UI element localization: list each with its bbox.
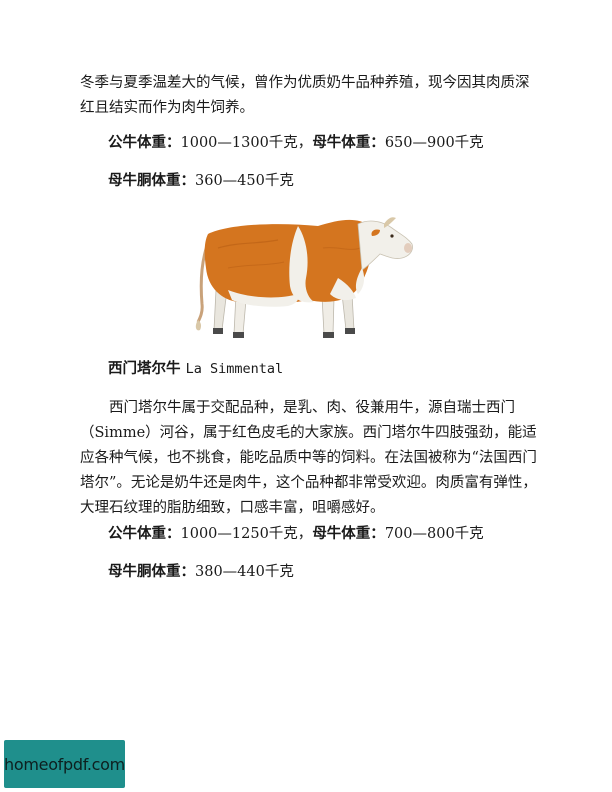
- document-page: 冬季与夏季温差大的气候，曾作为优质奶牛品种养殖，现今因其肉质深红且结实而作为肉牛…: [0, 0, 612, 792]
- carcass-line-2: 母牛胴体重：380—440千克: [108, 561, 294, 583]
- cow-carcass-label: 母牛胴体重：: [108, 563, 195, 580]
- cow-carcass-value: 360—450千克: [195, 173, 294, 189]
- cow-weight-label: 母牛体重：: [312, 134, 385, 151]
- watermark-text: homeofpdf.com: [4, 754, 125, 774]
- weight-line-1: 公牛体重：1000—1300千克，母牛体重：650—900千克: [108, 132, 484, 154]
- bull-weight-label: 公牛体重：: [108, 525, 181, 542]
- simmental-paragraph: 西门塔尔牛属于交配品种，是乳、肉、役兼用牛，源自瑞士西门（Simme）河谷，属于…: [80, 400, 537, 516]
- cow-weight-value: 650—900千克: [384, 135, 484, 151]
- bull-weight-value: 1000—1250千克，: [180, 526, 313, 542]
- bull-weight-value: 1000—1300千克，: [180, 135, 313, 151]
- cow-weight-label: 母牛体重：: [312, 525, 385, 542]
- heading-cn: 西门塔尔牛: [108, 360, 186, 377]
- cow-carcass-value: 380—440千克: [195, 564, 294, 580]
- heading-latin: La Simmental: [185, 361, 284, 377]
- weight-line-2: 公牛体重：1000—1250千克，母牛体重：700—800千克: [108, 523, 484, 545]
- cow-carcass-label: 母牛胴体重：: [108, 172, 195, 189]
- intro-paragraph: 冬季与夏季温差大的气候，曾作为优质奶牛品种养殖，现今因其肉质深红且结实而作为肉牛…: [80, 75, 530, 116]
- watermark-badge[interactable]: homeofpdf.com: [4, 740, 125, 788]
- cow-illustration: [188, 208, 420, 348]
- section-heading: 西门塔尔牛 La Simmental: [108, 358, 283, 380]
- carcass-line-1: 母牛胴体重：360—450千克: [108, 170, 294, 192]
- bull-weight-label: 公牛体重：: [108, 134, 181, 151]
- cow-weight-value: 700—800千克: [384, 526, 484, 542]
